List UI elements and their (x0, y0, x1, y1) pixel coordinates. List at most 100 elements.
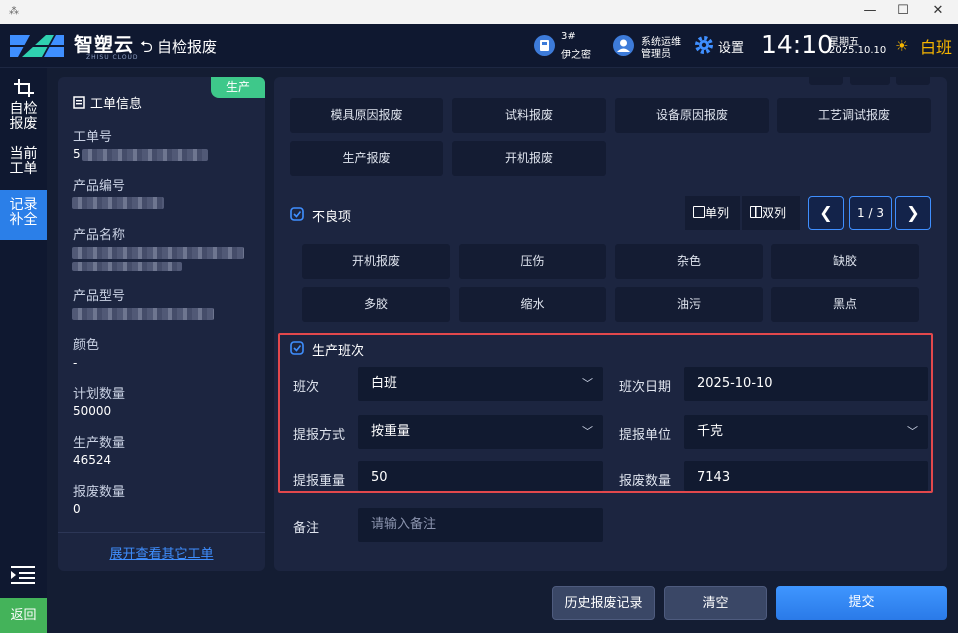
machine-mold: 伊之密 (561, 50, 591, 61)
scrap-type-trial[interactable]: 试料报废 (452, 98, 606, 133)
next-page-button[interactable]: ❯ (895, 196, 931, 230)
sun-icon: ☀ (895, 37, 909, 55)
clear-button[interactable]: 清空 (664, 586, 767, 620)
crop-icon (13, 79, 34, 97)
scrap-type-equipment[interactable]: 设备原因报废 (615, 98, 769, 133)
field-label-product-name: 产品名称 (73, 228, 126, 243)
expand-other-orders-link[interactable]: 展开查看其它工单 (58, 543, 265, 562)
brand-subtitle: ZHISU CLOUD (86, 54, 139, 61)
defect-item[interactable]: 压伤 (459, 244, 606, 279)
prev-page-button[interactable]: ❮ (808, 196, 844, 230)
defect-item[interactable]: 缩水 (459, 287, 606, 322)
app-icon: ⁂ (9, 6, 19, 17)
field-label-product-model: 产品型号 (73, 289, 126, 304)
redacted-product-name-1 (72, 247, 244, 259)
defect-item[interactable]: 缺胶 (771, 244, 919, 279)
redacted-order-no (82, 149, 208, 161)
report-method-label: 提报方式 (293, 428, 346, 443)
field-label-scrap-qty: 报废数量 (73, 485, 126, 500)
history-scrap-button[interactable]: 历史报废记录 (552, 586, 655, 620)
close-button[interactable]: ✕ (921, 0, 955, 24)
scrap-type-startup[interactable]: 开机报废 (452, 141, 606, 176)
report-unit-value: 千克 (697, 424, 724, 439)
clock-time: 14:10 (761, 30, 834, 59)
page-title: 自检报废 (157, 38, 218, 56)
redacted-product-model (72, 308, 214, 320)
order-info-title-text: 工单信息 (90, 97, 143, 112)
left-nav: 自检报废 当前工单 记录补全 (0, 68, 47, 633)
double-column-button[interactable]: 双列 (742, 196, 800, 230)
report-unit-select[interactable]: 千克 ﹀ (684, 415, 928, 449)
minimize-button[interactable]: — (853, 0, 887, 24)
shift-date-field[interactable]: 2025-10-10 (684, 367, 928, 401)
back-icon[interactable]: ⮌ (140, 36, 154, 56)
redacted-product-name-2 (72, 262, 182, 271)
nav-label-self-check-scrap: 自检报废 (9, 101, 38, 132)
remark-input[interactable]: 请输入备注 (358, 508, 603, 542)
scrap-type-production[interactable]: 生产报废 (290, 141, 443, 176)
user-role: 管理员 (641, 49, 671, 60)
scrolled-button[interactable] (809, 77, 843, 85)
scrolled-button[interactable] (896, 77, 930, 85)
gear-icon (695, 36, 713, 54)
defect-item[interactable]: 油污 (615, 287, 763, 322)
shift-date-label: 班次日期 (619, 380, 672, 395)
app-header: 智塑云 ZHISU CLOUD ⮌ 自检报废 3# 伊之密 系统运维 管理员 设… (0, 24, 958, 68)
report-method-value: 按重量 (371, 424, 411, 439)
order-info-title: 工单信息 (73, 93, 142, 112)
submit-button[interactable]: 提交 (776, 586, 947, 620)
field-value-order-no: 5 (73, 147, 81, 161)
return-button[interactable]: 返回 (0, 598, 47, 633)
chevron-down-icon: ﹀ (582, 425, 593, 438)
brand-logo-icon (10, 35, 64, 57)
defect-item[interactable]: 多胶 (302, 287, 450, 322)
field-label-order-no: 工单号 (73, 130, 113, 145)
brand-name: 智塑云 (74, 34, 135, 56)
report-weight-label: 提报重量 (293, 474, 346, 489)
defect-item[interactable]: 开机报废 (302, 244, 450, 279)
shift-label: 班次 (293, 380, 320, 395)
single-column-label: 单列 (705, 206, 730, 220)
chevron-down-icon: ﹀ (907, 425, 918, 438)
nav-item-current-order[interactable]: 当前工单 (0, 147, 47, 183)
chevron-right-icon: ❯ (906, 203, 920, 222)
scrap-qty-field[interactable]: 7143 (684, 461, 928, 491)
field-label-color: 颜色 (73, 338, 100, 353)
redacted-product-code (72, 197, 164, 209)
maximize-button[interactable]: ☐ (886, 0, 920, 24)
window-titlebar: ⁂ — ☐ ✕ (0, 0, 958, 24)
machine-name: 3# (561, 31, 576, 42)
double-column-icon (750, 206, 762, 218)
divider (58, 532, 265, 533)
defect-item[interactable]: 杂色 (615, 244, 763, 279)
report-method-select[interactable]: 按重量 ﹀ (358, 415, 603, 449)
status-badge: 生产 (211, 77, 265, 98)
field-value-produced-qty: 46524 (73, 453, 112, 467)
field-label-planned-qty: 计划数量 (73, 387, 126, 402)
scrap-type-process-debug[interactable]: 工艺调试报废 (777, 98, 931, 133)
user-avatar-icon (613, 35, 634, 56)
report-weight-input[interactable]: 50 (358, 461, 603, 491)
shift-section-title: 生产班次 (312, 344, 365, 359)
chevron-down-icon: ﹀ (582, 377, 593, 390)
defects-title: 不良项 (312, 210, 352, 225)
shift-section-icon (290, 341, 304, 355)
current-shift: 白班 (920, 38, 953, 57)
field-value-planned-qty: 50000 (73, 404, 112, 418)
menu-collapse-icon[interactable] (11, 565, 35, 585)
remark-label: 备注 (293, 521, 320, 536)
report-unit-label: 提报单位 (619, 428, 672, 443)
nav-item-self-check-scrap[interactable]: 自检报废 (0, 76, 47, 138)
double-column-label: 双列 (762, 206, 787, 220)
nav-label-current-order: 当前工单 (9, 146, 38, 177)
shift-select-value: 白班 (371, 376, 398, 391)
document-icon (73, 96, 85, 109)
scrolled-button[interactable] (850, 77, 890, 85)
machine-icon (534, 35, 555, 56)
defect-item[interactable]: 黑点 (771, 287, 919, 322)
scrap-type-mold[interactable]: 模具原因报废 (290, 98, 443, 133)
single-column-button[interactable]: 单列 (685, 196, 740, 230)
chevron-left-icon: ❮ (819, 203, 833, 222)
shift-select[interactable]: 白班 ﹀ (358, 367, 603, 401)
nav-item-record-complete[interactable]: 记录补全 (0, 190, 47, 240)
